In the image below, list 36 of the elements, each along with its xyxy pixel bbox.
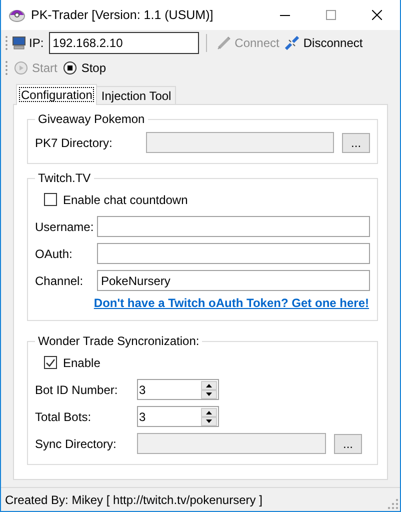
group-title: Twitch.TV (38, 171, 91, 185)
group-title: Wonder Trade Syncronization: (38, 334, 200, 348)
field-label: Sync Directory: (35, 436, 118, 450)
maximize-icon[interactable] (326, 10, 336, 20)
status-text: Created By: Mikey [ http://twitch.tv/pokenursery ] (5, 492, 262, 506)
disconnect-button[interactable]: Disconnect (283, 32, 367, 54)
play-icon (14, 61, 28, 75)
app-icon (9, 8, 25, 22)
stop-button[interactable]: Stop (61, 57, 110, 79)
monitor-icon (12, 36, 26, 50)
field-label: Bot ID Number: (35, 382, 119, 396)
tab[interactable]: Injection Tool (96, 86, 176, 104)
token-link[interactable]: Don't have a Twitch oAuth Token? Get one here! (94, 296, 369, 310)
field-label: PK7 Directory: (35, 136, 114, 150)
checkbox[interactable] (44, 356, 57, 369)
checkbox-label: Enable chat countdown (63, 192, 188, 206)
checkbox-label: Enable (63, 356, 100, 370)
text-field[interactable]: PokeNursery (97, 270, 370, 291)
ip-label: IP: (29, 36, 44, 50)
stop-icon (63, 61, 78, 75)
text-field[interactable] (97, 216, 370, 237)
window-title: PK-Trader [Version: 1.1 (USUM)] (31, 8, 214, 22)
check-icon (46, 358, 55, 366)
text-field[interactable] (97, 243, 370, 264)
field-label: Channel: (35, 274, 84, 288)
plug-icon (216, 36, 231, 50)
field-label: Username: (35, 220, 95, 234)
tab[interactable]: Configuration (16, 84, 98, 105)
field-label: Total Bots: (35, 410, 92, 424)
group-title: Giveaway Pokemon (38, 112, 145, 126)
ip-field[interactable]: 192.168.2.10 (48, 32, 199, 54)
field-label: OAuth: (35, 246, 74, 260)
unplug-icon (285, 36, 300, 50)
checkbox[interactable] (44, 193, 57, 206)
resize-grip-icon[interactable] (388, 499, 398, 509)
close-icon[interactable] (372, 10, 382, 20)
